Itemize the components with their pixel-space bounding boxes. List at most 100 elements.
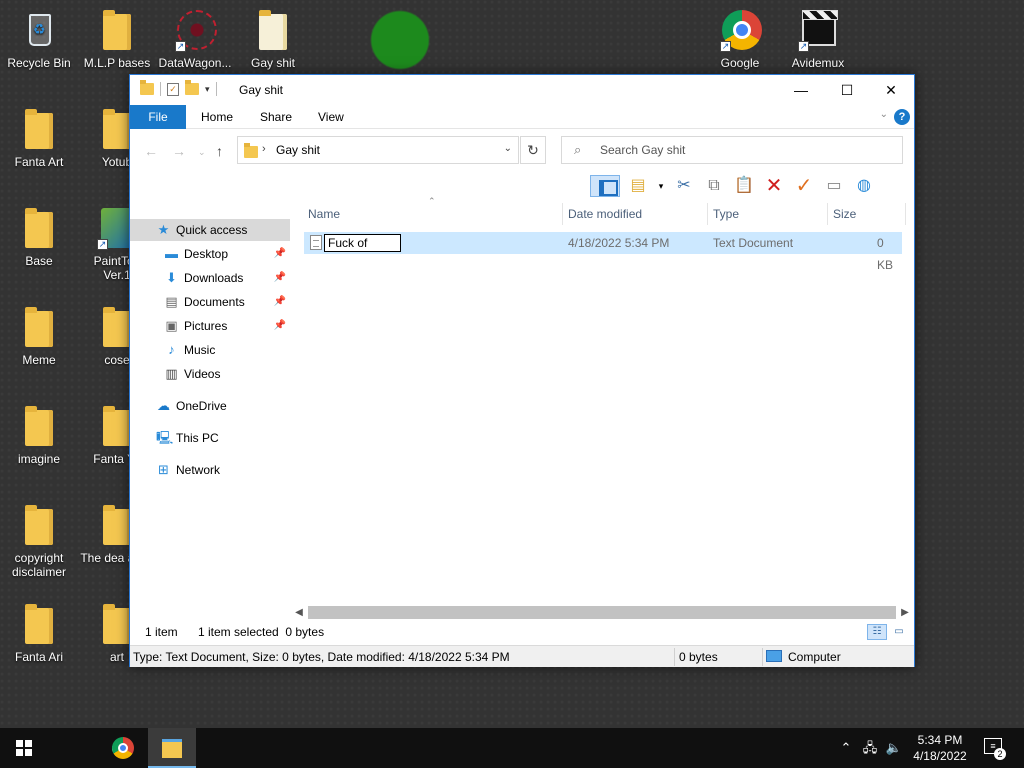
desktop-icon-imagine[interactable]: imagine (1, 404, 77, 466)
recycle-bin-icon (29, 14, 51, 46)
show-hidden-icons-icon[interactable]: ⌃ (838, 728, 854, 768)
help-button[interactable]: ? (894, 109, 910, 125)
search-box[interactable]: ⌕ (561, 136, 903, 164)
sidebar-item-network[interactable]: ⊞ Network (130, 459, 290, 481)
cut-icon[interactable]: ✂ (672, 175, 696, 197)
tab-view[interactable]: View (304, 105, 358, 129)
taskbar-clock[interactable]: 5:34 PM 4/18/2022 (908, 732, 972, 764)
column-divider[interactable] (827, 203, 828, 225)
desktop-icon-datawagon[interactable]: ↗ DataWagon... (157, 8, 233, 70)
desktop-icon-base[interactable]: Base (1, 206, 77, 268)
column-header-size[interactable]: Size (833, 203, 856, 225)
paste-icon[interactable]: 📋 (732, 175, 756, 197)
desktop-icon-copyright-disclaimer[interactable]: copyright disclaimer (1, 503, 77, 579)
chevron-right-icon[interactable]: › (262, 143, 266, 155)
copy-icon[interactable]: ⧉ (702, 175, 726, 197)
delete-icon[interactable]: ✕ (762, 175, 786, 197)
music-icon: ♪ (168, 342, 175, 357)
column-header-date-modified[interactable]: Date modified (568, 203, 642, 225)
details-size: 0 bytes (679, 650, 718, 664)
column-header-name[interactable]: Name (308, 203, 340, 225)
search-input[interactable] (600, 141, 890, 159)
tab-file[interactable]: File (130, 105, 186, 129)
desktop-icon-meme[interactable]: Meme (1, 305, 77, 367)
file-size: 0 KB (877, 236, 894, 272)
window-title: Gay shit (239, 83, 284, 97)
new-note-icon[interactable]: ▤ (626, 175, 650, 197)
start-button[interactable] (0, 728, 48, 768)
folder-icon (103, 109, 131, 149)
column-header-type[interactable]: Type (713, 203, 739, 225)
maximize-button[interactable]: ☐ (824, 75, 870, 105)
chrome-icon (112, 737, 134, 759)
taskbar-chrome-button[interactable] (100, 728, 148, 768)
horizontal-scrollbar[interactable]: ◀ ▶ (292, 604, 914, 621)
desktop-icon-avidemux[interactable]: ↗ Avidemux (780, 8, 856, 70)
pin-icon[interactable]: 📌 (274, 291, 286, 313)
desktop-icon-label: Gay shit (250, 56, 295, 70)
title-bar[interactable]: ✓ ▾ Gay shit — ☐ ✕ (130, 75, 914, 105)
address-path[interactable]: Gay shit (276, 143, 320, 157)
file-date-modified: 4/18/2022 5:34 PM (568, 236, 670, 250)
dropdown-icon[interactable]: ▾ (656, 175, 666, 197)
minimize-button[interactable]: — (778, 75, 824, 105)
cortana-button[interactable] (48, 728, 127, 768)
sidebar-item-onedrive[interactable]: ☁ OneDrive (130, 395, 290, 417)
sidebar-item-label: Downloads (184, 271, 244, 285)
taskbar-file-explorer-button[interactable] (148, 728, 196, 768)
forward-arrow-icon[interactable]: → (172, 143, 186, 159)
scroll-left-icon[interactable]: ◀ (292, 604, 306, 621)
sidebar-item-desktop[interactable]: ▬ Desktop 📌 (130, 243, 290, 265)
address-bar[interactable]: › Gay shit ⌄ (237, 136, 519, 164)
pin-icon[interactable]: 📌 (274, 315, 286, 337)
properties-icon[interactable]: ✓ (167, 82, 179, 96)
column-divider[interactable] (707, 203, 708, 225)
network-icon: ⊞ (158, 462, 169, 477)
tab-share[interactable]: Share (246, 105, 306, 129)
sidebar-item-quick-access[interactable]: ★ Quick access (130, 219, 290, 241)
new-folder-icon[interactable] (185, 80, 199, 95)
close-button[interactable]: ✕ (868, 75, 914, 105)
desktop-icon-label: imagine (17, 452, 61, 466)
scrollbar-thumb[interactable] (308, 606, 896, 619)
checkmark-icon[interactable]: ✓ (792, 175, 816, 197)
pin-icon[interactable]: 📌 (274, 267, 286, 289)
network-tray-icon[interactable]: 🖧 (860, 728, 880, 768)
sidebar-item-documents[interactable]: ▤ Documents 📌 (130, 291, 290, 313)
taskbar: ⌃ 🖧 🔈 5:34 PM 4/18/2022 ≡ 2 (0, 728, 1024, 768)
pictures-icon: ▣ (165, 318, 178, 333)
tab-home[interactable]: Home (187, 105, 247, 129)
expand-ribbon-icon[interactable]: ⌄ (880, 109, 888, 120)
sidebar-item-downloads[interactable]: ⬇ Downloads 📌 (130, 267, 290, 289)
rename-input[interactable] (324, 234, 401, 252)
scroll-right-icon[interactable]: ▶ (898, 604, 912, 621)
recent-locations-icon[interactable]: ⌄ (198, 147, 206, 158)
refresh-button[interactable]: ↻ (520, 136, 546, 164)
customize-dropdown-icon[interactable]: ▾ (205, 84, 210, 95)
desktop-icon-gay-shit[interactable]: Gay shit (235, 8, 311, 70)
sidebar-item-videos[interactable]: ▥ Videos (130, 363, 290, 385)
sidebar-item-pictures[interactable]: ▣ Pictures 📌 (130, 315, 290, 337)
volume-icon[interactable]: 🔈 (884, 728, 904, 768)
globe-icon[interactable]: ◍ (852, 175, 876, 197)
chevron-down-icon[interactable]: ⌄ (504, 143, 512, 154)
desktop-icon-fanta-art[interactable]: Fanta Art (1, 107, 77, 169)
table-row[interactable]: 4/18/2022 5:34 PM Text Document 0 KB (304, 232, 902, 272)
preview-pane-button[interactable] (590, 175, 620, 197)
up-arrow-icon[interactable]: ↑ (216, 143, 223, 159)
desktop-icon-google[interactable]: ↗ Google (702, 8, 778, 70)
sidebar-item-this-pc[interactable]: 🖳 This PC (130, 427, 290, 449)
shortcut-arrow-icon: ↗ (175, 41, 186, 52)
desktop-icon-recycle-bin[interactable]: Recycle Bin (1, 8, 77, 70)
large-icons-view-button[interactable]: ▭ (889, 624, 909, 640)
desktop-icon-mlp-bases[interactable]: M.L.P bases (79, 8, 155, 70)
back-arrow-icon[interactable]: ← (144, 143, 158, 159)
rename-icon[interactable]: ▭ (822, 175, 846, 197)
details-view-button[interactable]: ☷ (867, 624, 887, 640)
sidebar-item-music[interactable]: ♪ Music (130, 339, 290, 361)
pin-icon[interactable]: 📌 (274, 243, 286, 265)
column-divider[interactable] (562, 203, 563, 225)
desktop-icon-fanta-ari[interactable]: Fanta Ari (1, 602, 77, 664)
status-bar: 1 item 1 item selected 0 bytes ☷ ▭ (130, 621, 914, 643)
column-divider[interactable] (905, 203, 906, 225)
